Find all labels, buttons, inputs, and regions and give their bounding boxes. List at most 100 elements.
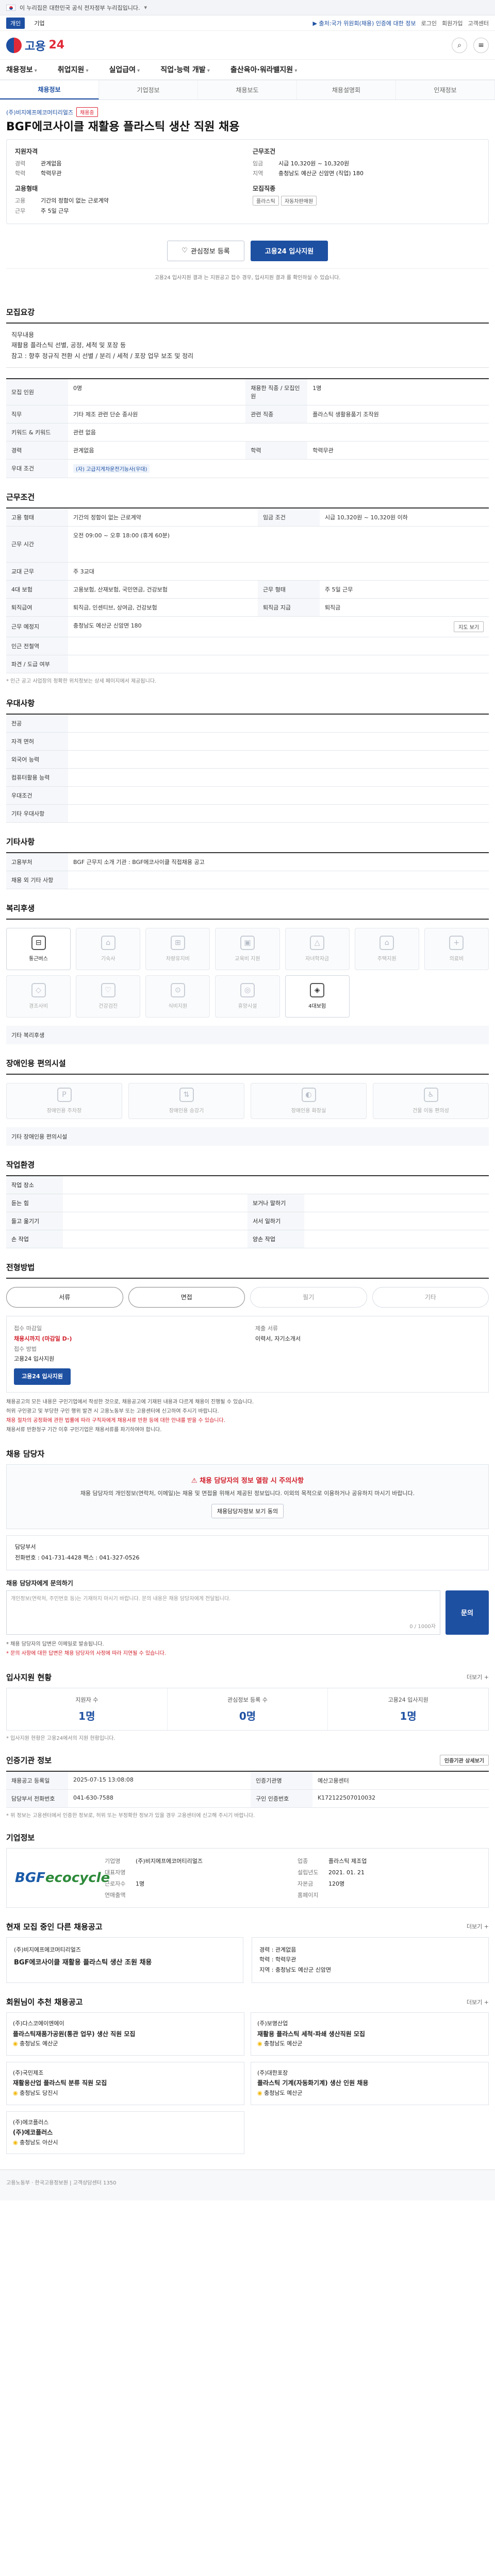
other-company: (주)비지에프에코머티리얼즈 xyxy=(14,1946,81,1953)
company-field: 설립년도 2021. 01. 21 xyxy=(298,1868,480,1876)
company-key: 근로자수 xyxy=(105,1880,126,1887)
agency-detail-button[interactable]: 인증기관 상세보기 xyxy=(439,1754,489,1766)
preference-table: 전공 자격 면허 외국어 능력 컴퓨터활용 능력 우대조건 기타 우대사항 xyxy=(6,713,489,823)
summary-value: 시급 10,320원 ~ 10,320원 xyxy=(278,160,350,167)
page-title: BGF에코사이클 재활용 플라스틱 생산 직원 채용 xyxy=(6,121,240,133)
apply-button-2[interactable]: 고용24 입사지원 xyxy=(14,1368,71,1385)
tel-line: 전화번호 : 041-731-4428 팩스 : 041-327-0526 xyxy=(15,1554,140,1561)
gnb-item-jobs[interactable]: 채용정보 xyxy=(6,64,37,75)
more-link[interactable]: 더보기 + xyxy=(467,1922,489,1930)
apply-note: 고용24 입사지원 결과 는 지원공고 접수 경우, 입사지원 결과 를 확인하… xyxy=(154,275,341,281)
company-section: 기업정보 BGFecocycle 기업명 (주)비지에프에코머티리얼즈 업종 플라스… xyxy=(6,1832,489,1908)
menu-icon[interactable]: ≡ xyxy=(473,37,489,53)
row-key: 직무 xyxy=(6,405,68,423)
util-notice[interactable]: ▶ 출처:국가 위원회(채용) 인증에 대한 정보 xyxy=(313,19,416,27)
welfare-item: ⊞ 차량유지비 xyxy=(145,927,210,970)
disability-item: ⇅ 장애인용 승강기 xyxy=(128,1082,244,1119)
process-notes: 채용공고의 모든 내용은 구인기업에서 작성한 것으로, 채용공고에 기재된 내… xyxy=(6,1398,489,1435)
other-row: 경력 : 관계없음 xyxy=(259,1946,296,1953)
gnb-item-unemployment[interactable]: 실업급여 xyxy=(109,64,140,75)
company-value: 1명 xyxy=(136,1880,145,1887)
row-key: 학력 xyxy=(245,441,308,460)
company-name[interactable]: (주)비지에프에코머티리얼즈 xyxy=(6,108,73,116)
table-row: 4대 보험 고용보험, 산재보험, 국민연금, 건강보험 근무 형태 주 5일 근무 xyxy=(6,580,489,599)
company-value: 120명 xyxy=(328,1880,345,1887)
table-row: 교대 근무 주 3교대 xyxy=(6,562,489,581)
extra-section: 기타사항 고용부처 BGF 근무지 소개 기관 : BGF에코사이클 직접채용 공… xyxy=(6,836,489,889)
tab-personal[interactable]: 개인 xyxy=(6,17,25,29)
section-title: 채용 담당자 xyxy=(6,1449,45,1459)
stat-label: 관심정보 등록 수 xyxy=(227,1696,268,1703)
gnb-item-parenting[interactable]: 출산육아·워라밸지원 xyxy=(230,64,297,75)
table-row: 직무 기타 제조 관련 단순 종사원 관련 직종 플라스틱 생활용품기 조작원 xyxy=(6,405,489,423)
subtab-company[interactable]: 기업정보 xyxy=(99,80,198,99)
parking-icon: P xyxy=(57,1088,72,1103)
row-key: 고용부처 xyxy=(6,852,68,871)
process-section: 전형방법 서류 면접 필기 기타 접수 마감일 채용시까지 (마감일 D-) 접… xyxy=(6,1262,489,1435)
company-field: 업종 플라스틱 제조업 xyxy=(298,1857,480,1865)
help-link[interactable]: 고객센터 xyxy=(468,19,489,27)
stat-item: 고용24 입사지원 1명 xyxy=(328,1688,488,1730)
page-footer: 고용노동부 · 한국고용정보원 | 고객상담센터 1350 xyxy=(0,2170,495,2201)
login-link[interactable]: 로그인 xyxy=(421,19,437,27)
recommend-card[interactable]: (주)보명산업 재활용 플라스틱 세척·파쇄 생산직원 모집 ◉ 충청남도 예산군 xyxy=(251,2012,489,2056)
recommend-card[interactable]: (주)에코플러스 (주)에코플러스 ◉ 충청남도 아산시 xyxy=(6,2111,244,2155)
table-row: 고용 형태 기간의 정함이 없는 근로계약 임금 조건 시급 10,320원 ~ 10… xyxy=(6,507,489,527)
apply-button[interactable]: 고용24 입사지원 xyxy=(251,240,328,261)
map-button[interactable]: 지도 보기 xyxy=(454,621,484,632)
recommend-card[interactable]: (주)다스코에이엔에이 플라스틱재품가공원(통관 업무) 생산 직원 모집 ◉ 충청… xyxy=(6,2012,244,2056)
subtab-talent[interactable]: 인재정보 xyxy=(396,80,495,99)
inquiry-note: * 채용 담당자의 답변은 이메일로 발송됩니다. xyxy=(6,1641,104,1647)
subtab-jobs[interactable]: 채용정보 xyxy=(0,80,99,99)
warning-title: 채용 담당자의 정보 열람 시 주의사항 xyxy=(200,1477,304,1485)
job-content-line: 직무내용 xyxy=(11,331,35,338)
subtab-fair[interactable]: 채용설명회 xyxy=(297,80,396,99)
recommend-card[interactable]: (주)국민제조 재활용산업 플라스틱 분류 직원 모집 ◉ 충청남도 당진시 xyxy=(6,2061,244,2105)
row-key: 4대 보험 xyxy=(6,580,68,599)
inquiry-submit-button[interactable]: 문의 xyxy=(446,1590,489,1635)
recommend-card[interactable]: (주)대한포장 플라스틱 기계(자동화기계) 생산 인원 채용 ◉ 충청남도 예산군 xyxy=(251,2061,489,2105)
agree-view-button[interactable]: 채용담당자정보 보기 동의 xyxy=(211,1503,284,1518)
row-value: K172122507010032 xyxy=(312,1789,489,1808)
gnb-item-training[interactable]: 직업·능력 개발 xyxy=(160,64,210,75)
preference-section: 우대사항 전공 자격 면허 외국어 능력 컴퓨터활용 능력 우대조건 기타 우대… xyxy=(6,698,489,823)
summary-box: 지원자격 경력 관계없음 학력 학력무관 고용형태 고용 기간의 정함이 없는 근로계… xyxy=(6,139,489,224)
more-link[interactable]: 더보기 + xyxy=(467,1673,489,1681)
signup-link[interactable]: 회원가입 xyxy=(442,19,463,27)
welfare-label: 차량유지비 xyxy=(166,956,190,962)
summary-value: 관계없음 xyxy=(41,160,62,167)
inquiry-area: 채용 담당자에게 문의하기 개인정보(연락처, 주민번호 등)는 기재하지 마시… xyxy=(6,1579,489,1658)
apply-way-label: 접수 방법 xyxy=(14,1345,37,1352)
other-jobs-section: 현재 모집 중인 다른 채용공고 더보기 + (주)비지에프에코머티리얼즈 BGF… xyxy=(6,1921,489,1983)
row-key: 채용공고 등록일 xyxy=(6,1771,68,1790)
site-logo[interactable]: 고용 24 xyxy=(6,37,64,54)
wheelchair-icon: ♿ xyxy=(423,1088,438,1103)
rec-meta: 충청남도 당진시 xyxy=(20,2089,58,2096)
tab-business[interactable]: 기업 xyxy=(30,18,48,29)
warning-text: 채용 담당자의 개인정보(연락처, 이메일)는 채용 및 면접을 위해서 제공된… xyxy=(80,1490,415,1497)
summary-value: 기간의 정함이 없는 근로계약 xyxy=(41,197,109,205)
row-key: 자격 면허 xyxy=(6,732,68,751)
stats-box: 지원자 수 1명 관심정보 등록 수 0명 고용24 입사지원 1명 xyxy=(6,1687,489,1731)
other-job-detail: 경력 : 관계없음 학력 : 학력무관 지역 : 충청남도 예산군 신암면 xyxy=(252,1937,489,1983)
inquiry-placeholder: 개인정보(연락처, 주민번호 등)는 기재하지 마시기 바랍니다. 문의 내용은… xyxy=(11,1596,231,1602)
table-row: 컴퓨터활용 능력 xyxy=(6,768,489,787)
row-key: 채용 외 기타 사항 xyxy=(6,871,68,889)
work-condition-section: 근무조건 고용 형태 기간의 정함이 없는 근로계약 임금 조건 시급 10,320원… xyxy=(6,492,489,684)
disability-note-key: 기타 장애인용 편의시설 xyxy=(11,1133,68,1140)
row-value xyxy=(63,1212,248,1230)
search-icon[interactable]: ⌕ xyxy=(452,37,467,53)
rec-title: 플라스틱재품가공원(통관 업무) 생산 직원 모집 xyxy=(13,2030,136,2038)
summary-job-head: 모집직종 xyxy=(253,185,276,193)
table-row: 퇴직급여 퇴직금, 인센티브, 상여금, 건강보험 퇴직금 지급 퇴직금 xyxy=(6,598,489,617)
scrap-button[interactable]: ♡ 관심정보 등록 xyxy=(167,240,244,261)
chevron-down-icon[interactable]: ▾ xyxy=(144,4,147,11)
subtab-news[interactable]: 채용보도 xyxy=(198,80,297,99)
gnb-item-support[interactable]: 취업지원 xyxy=(58,64,89,75)
other-job-card[interactable]: (주)비지에프에코머티리얼즈 BGF에코사이클 재활용 플라스틱 생산 조원 채… xyxy=(6,1937,243,1983)
welfare-grid: ⊟ 통근버스 ⌂ 기숙사 ⊞ 차량유지비 ▣ 교육비 지원 △ 자녀학자금 ⌂ 주택지원 + 의료비 ◇ 경조… xyxy=(6,918,489,1026)
more-link[interactable]: 더보기 + xyxy=(467,1998,489,2006)
logo-main: BGF xyxy=(15,1870,45,1886)
row-value: 예산고용센터 xyxy=(312,1771,489,1790)
inquiry-textarea[interactable]: 개인정보(연락처, 주민번호 등)는 기재하지 마시기 바랍니다. 문의 내용은… xyxy=(6,1590,440,1635)
